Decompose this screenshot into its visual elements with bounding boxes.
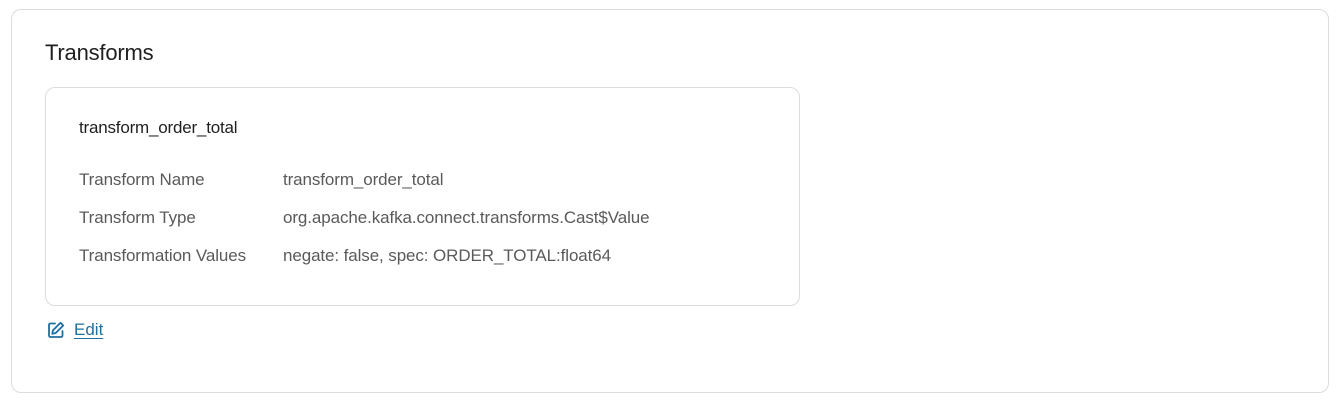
edit-label: Edit <box>74 320 104 339</box>
detail-label: Transformation Values <box>79 246 247 265</box>
transforms-panel: Transforms transform_order_total Transfo… <box>11 9 1329 393</box>
detail-value: negate: false, spec: ORDER_TOTAL:float64 <box>283 246 611 265</box>
edit-button[interactable]: Edit <box>47 320 103 340</box>
edit-icon <box>47 321 65 339</box>
transform-card-title: transform_order_total <box>79 118 238 137</box>
detail-row-transformation-values: Transformation Values negate: false, spe… <box>79 244 611 268</box>
detail-value: transform_order_total <box>283 170 444 189</box>
detail-row-transform-name: Transform Name transform_order_total <box>79 168 444 192</box>
detail-label: Transform Name <box>79 170 205 189</box>
detail-label: Transform Type <box>79 208 196 227</box>
transform-card: transform_order_total Transform Name tra… <box>45 87 800 306</box>
detail-row-transform-type: Transform Type org.apache.kafka.connect.… <box>79 206 650 230</box>
section-title: Transforms <box>45 40 154 65</box>
detail-value: org.apache.kafka.connect.transforms.Cast… <box>283 208 650 227</box>
